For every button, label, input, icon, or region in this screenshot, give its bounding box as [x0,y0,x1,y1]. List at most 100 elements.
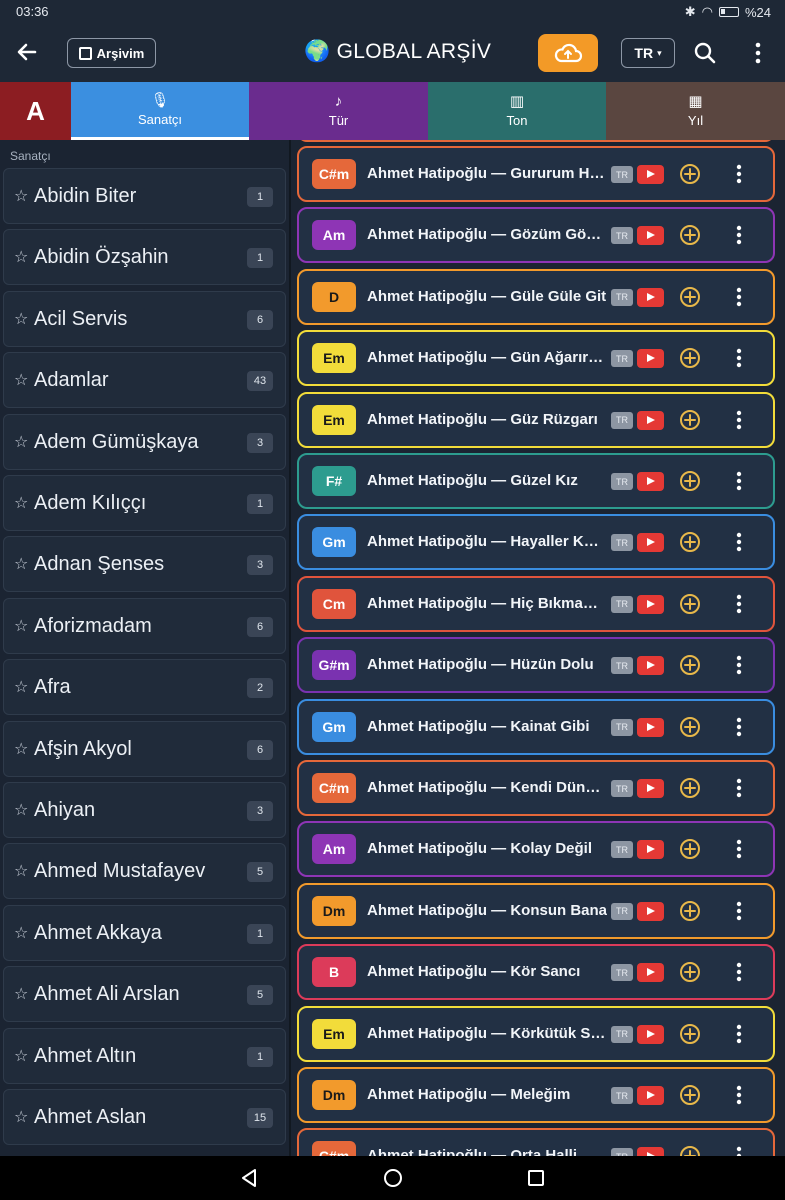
add-circle-icon[interactable] [679,531,701,553]
star-icon[interactable]: ☆ [14,1046,28,1066]
youtube-icon[interactable] [637,779,664,798]
song-card[interactable]: Gm Ahmet Hatipoğlu — Kainat Gibi TR [297,698,775,755]
nav-back-button[interactable] [237,1166,261,1190]
youtube-icon[interactable] [637,1086,664,1105]
add-circle-icon[interactable] [679,409,701,431]
add-circle-icon[interactable] [679,1084,701,1106]
tab-key[interactable]: ▥ Ton [428,82,606,140]
more-vertical-icon[interactable] [729,715,749,739]
tab-genre[interactable]: ♪ Tür [249,82,428,140]
nav-recents-button[interactable] [524,1166,548,1190]
song-card[interactable]: Cm Ahmet Hatipoğlu — Hiç Bıkmadım TR [297,575,775,632]
add-circle-icon[interactable] [679,1145,701,1156]
artist-row[interactable]: ☆ Ahmet Aslan 15 [3,1089,286,1145]
song-card[interactable]: Gm Ahmet Hatipoğlu — Hayaller Kurdum TR [297,514,775,571]
song-card[interactable]: Dm Ahmet Hatipoğlu — Meleğim TR [297,1067,775,1123]
artist-row[interactable]: ☆ Abidin Özşahin 1 [3,229,286,286]
youtube-icon[interactable] [637,840,664,860]
song-card[interactable]: Em Ahmet Hatipoğlu — Körkütük Sarhoş TR [297,1005,775,1062]
add-circle-icon[interactable] [679,286,701,308]
more-vertical-icon[interactable] [729,162,749,186]
song-card[interactable]: Em Ahmet Hatipoğlu — Gün Ağarırken TR [297,330,775,387]
artist-row[interactable]: ☆ Adem Kılıççı 1 [3,475,286,531]
more-vertical-icon[interactable] [729,960,749,984]
more-vertical-icon[interactable] [729,653,749,677]
more-vertical-icon[interactable] [729,346,749,370]
star-icon[interactable]: ☆ [14,677,28,697]
artist-row[interactable]: ☆ Ahmet Akkaya 1 [3,904,286,961]
more-vertical-icon[interactable] [729,469,749,493]
star-icon[interactable]: ☆ [14,861,28,881]
youtube-icon[interactable] [637,165,664,184]
artist-row[interactable]: ☆ Afra 2 [3,659,286,716]
song-card[interactable]: G#m Ahmet Hatipoğlu — Hüzün Dolu TR [297,637,775,694]
artist-row[interactable]: ☆ Ahmed Mustafayev 5 [3,843,286,900]
add-circle-icon[interactable] [679,347,701,369]
youtube-icon[interactable] [637,349,664,369]
artist-row[interactable]: ☆ Abidin Biter 1 [3,168,286,224]
artist-row[interactable]: ☆ Aforizmadam 6 [3,597,286,654]
more-vertical-icon[interactable] [729,899,749,923]
more-vertical-icon[interactable] [729,223,749,247]
letter-filter[interactable]: A [0,82,71,140]
song-card[interactable]: Dm Ahmet Hatipoğlu — Konsun Bana TR [297,882,775,939]
artist-row[interactable]: ☆ Ahiyan 3 [3,782,286,838]
artist-row[interactable]: ☆ Afşin Akyol 6 [3,720,286,777]
artist-row[interactable]: ☆ Ahmet Ali Arslan 5 [3,966,286,1023]
my-archive-button[interactable]: Arşivim [67,38,156,68]
more-vertical-icon[interactable] [729,1083,749,1107]
youtube-icon[interactable] [637,1147,664,1156]
add-circle-icon[interactable] [679,593,701,615]
star-icon[interactable]: ☆ [14,432,28,452]
artist-row[interactable]: ☆ Ahmet Altın 1 [3,1027,286,1084]
star-icon[interactable]: ☆ [14,984,28,1004]
star-icon[interactable]: ☆ [14,1107,28,1127]
song-card[interactable]: Em Ahmet Hatipoğlu — Güz Rüzgarı TR [297,391,775,448]
add-circle-icon[interactable] [679,777,701,799]
star-icon[interactable]: ☆ [14,370,28,390]
more-vertical-icon[interactable] [729,530,749,554]
youtube-icon[interactable] [637,717,664,737]
song-card[interactable]: B Ahmet Hatipoğlu — Kör Sancı TR [297,944,775,1001]
nav-home-button[interactable] [381,1166,405,1190]
youtube-icon[interactable] [637,656,664,676]
add-circle-icon[interactable] [679,716,701,738]
youtube-icon[interactable] [637,287,664,307]
song-card[interactable]: C#m Ahmet Hatipoğlu — Gururum HatalarımTR [297,146,775,202]
star-icon[interactable]: ☆ [14,309,28,329]
more-vertical-icon[interactable] [729,776,749,800]
song-card[interactable]: C#m Ahmet Hatipoğlu — Kendi Dünyam TR [297,760,775,816]
language-select[interactable]: TR ▾ [621,38,675,68]
star-icon[interactable]: ☆ [14,247,28,267]
add-circle-icon[interactable] [679,654,701,676]
youtube-icon[interactable] [637,1024,664,1044]
add-circle-icon[interactable] [679,961,701,983]
song-card[interactable]: Am Ahmet Hatipoğlu — Kolay Değil TR [297,821,775,878]
star-icon[interactable]: ☆ [14,923,28,943]
youtube-icon[interactable] [637,533,664,553]
youtube-icon[interactable] [637,226,664,246]
add-circle-icon[interactable] [679,224,701,246]
artist-row[interactable]: ☆ Adem Gümüşkaya 3 [3,413,286,470]
add-circle-icon[interactable] [679,163,701,185]
tab-year[interactable]: ▦ Yıl [606,82,785,140]
youtube-icon[interactable] [637,963,664,983]
more-vertical-icon[interactable] [729,592,749,616]
cloud-upload-button[interactable] [538,34,598,72]
star-icon[interactable]: ☆ [14,616,28,636]
artist-row[interactable]: ☆ Adamlar 43 [3,352,286,409]
more-vertical-icon[interactable] [729,1144,749,1156]
add-circle-icon[interactable] [679,900,701,922]
artist-row[interactable]: ☆ Adnan Şenses 3 [3,536,286,593]
back-button[interactable] [12,38,42,68]
search-button[interactable] [692,40,718,66]
youtube-icon[interactable] [637,472,664,491]
star-icon[interactable]: ☆ [14,186,28,206]
star-icon[interactable]: ☆ [14,739,28,759]
more-vertical-icon[interactable] [729,408,749,432]
song-card[interactable]: D Ahmet Hatipoğlu — Güle Güle Git TR [297,268,775,325]
overflow-menu-button[interactable] [750,40,766,66]
youtube-icon[interactable] [637,594,664,614]
more-vertical-icon[interactable] [729,1022,749,1046]
youtube-icon[interactable] [637,410,664,430]
